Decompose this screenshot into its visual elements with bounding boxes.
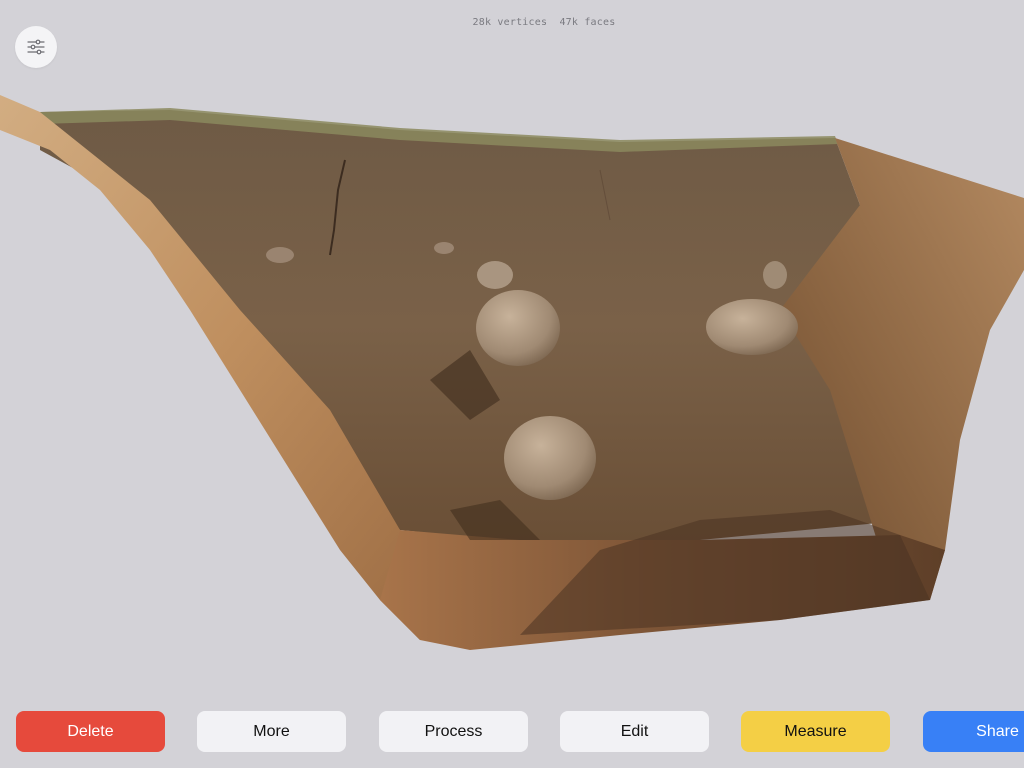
measure-button[interactable]: Measure	[741, 711, 890, 752]
bottom-toolbar: Delete More Process Edit Measure Share	[16, 711, 1024, 752]
edit-button[interactable]: Edit	[560, 711, 709, 752]
more-button[interactable]: More	[197, 711, 346, 752]
excavation-pit-model	[0, 95, 1024, 650]
vertex-count: 28k vertices	[472, 17, 548, 28]
settings-button[interactable]	[15, 26, 57, 68]
model-stats: 28k vertices 47k faces	[0, 17, 1024, 28]
share-button[interactable]: Share	[923, 711, 1024, 752]
process-button[interactable]: Process	[379, 711, 528, 752]
delete-button[interactable]: Delete	[16, 711, 165, 752]
face-count: 47k faces	[559, 17, 616, 28]
sliders-icon	[27, 39, 45, 55]
3d-model-viewport[interactable]	[0, 80, 1024, 680]
